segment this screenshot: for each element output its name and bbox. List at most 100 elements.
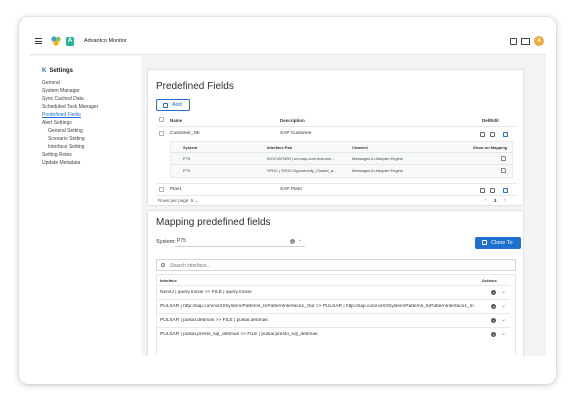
app-viewport: A Advantco Monitor A K Settings General S… — [29, 29, 546, 356]
system-label: System: — [156, 239, 176, 245]
table-row[interactable]: PULSAR | http://sap.com/xi/XI/System/Pat… — [157, 299, 510, 312]
settings-logo-icon: K — [42, 68, 47, 74]
interface-pair: PULSAR | pulsar.presto_sql_debmas >> FIL… — [160, 332, 318, 337]
subcol-header-channel: Channel — [352, 145, 368, 150]
expand-icon[interactable] — [503, 188, 508, 193]
prev-page-icon[interactable]: ‹ — [485, 197, 487, 203]
col-header-actions: Del/Edit — [482, 118, 499, 123]
chevron-down-icon: ⌄ — [194, 198, 199, 203]
sub-channel: Messages in Adapter Engine — [352, 156, 403, 161]
page-title: Predefined Fields — [156, 81, 234, 92]
interface-subtable: System Interface Pair Channel Show on Ma… — [170, 141, 513, 178]
brand-logo-icon — [51, 36, 61, 46]
current-page: 1 — [494, 198, 497, 203]
next-page-icon[interactable]: › — [504, 197, 506, 203]
hamburger-menu-icon[interactable] — [35, 38, 42, 44]
sidebar-item-interface-setting[interactable]: Interface Setting — [48, 144, 84, 150]
remove-icon[interactable]: × — [491, 290, 496, 295]
expand-icon[interactable] — [503, 132, 508, 137]
open-link-icon[interactable] — [501, 168, 506, 173]
edit-icon[interactable] — [490, 132, 495, 137]
sub-system: P75 — [183, 156, 191, 161]
divider — [156, 126, 516, 127]
sidebar-item-general[interactable]: General — [42, 80, 60, 86]
window-frame: A Advantco Monitor A K Settings General S… — [19, 17, 556, 384]
sidebar-item-scheduled-task-manager[interactable]: Scheduled Task Manager — [42, 104, 98, 110]
sidebar-item-predefined-fields[interactable]: Predefined Fields — [42, 112, 81, 118]
system-select[interactable]: P75 × ⌄ — [175, 236, 305, 247]
field-description: SAP Customer — [280, 131, 312, 136]
sidebar-item-sync-cached-data[interactable]: Sync Cached Data — [42, 96, 84, 102]
top-bar: A Advantco Monitor A — [29, 29, 546, 55]
rows-per-page-label: Rows per page: 5 — [158, 198, 194, 203]
sidebar-item-system-manager[interactable]: System Manager — [42, 88, 80, 94]
add-field-button-label: Add — [172, 102, 182, 108]
col-header-description: Description — [280, 118, 305, 123]
mapping-table: Interface Actions Neo4J | query.movie >>… — [156, 274, 516, 356]
row-checkbox[interactable] — [159, 131, 164, 136]
remove-icon[interactable]: × — [491, 304, 496, 309]
sub-interface-pair: SFDC | SFDC:Opportunity_Closed_a... — [267, 168, 337, 173]
clone-icon — [482, 240, 487, 245]
field-name: Customer_Nb — [170, 131, 200, 136]
interface-pair: PULSAR | http://sap.com/xi/XI/System/Pat… — [160, 304, 474, 309]
predefined-fields-card: Predefined Fields Add Name Description D… — [147, 69, 524, 206]
table-row[interactable]: PULSAR | pulsar.presto_sql_debmas >> FIL… — [157, 327, 510, 340]
search-icon — [161, 263, 165, 267]
delete-icon[interactable] — [480, 132, 485, 137]
subcol-header-interface-pair: Interface Pair — [267, 145, 293, 150]
chevron-down-icon[interactable]: ⌄ — [501, 302, 506, 309]
divider — [156, 183, 516, 184]
user-avatar[interactable]: A — [534, 36, 544, 46]
app-title: Advantco Monitor — [84, 38, 127, 44]
app-switcher-icon[interactable] — [508, 36, 518, 46]
add-icon — [163, 103, 168, 108]
divider — [156, 195, 516, 196]
search-placeholder: Search interface... — [170, 262, 211, 269]
sub-system: P75 — [183, 168, 191, 173]
sidebar-item-general-setting[interactable]: General Setting — [48, 128, 83, 134]
chevron-down-icon[interactable]: ⌄ — [501, 316, 506, 323]
sidebar-item-scenario-setting[interactable]: Scenario Setting — [48, 136, 85, 142]
settings-heading: K Settings — [42, 68, 73, 74]
mapping-title: Mapping predefined fields — [156, 217, 271, 228]
open-link-icon[interactable] — [501, 156, 506, 161]
divider — [171, 164, 512, 165]
clear-icon[interactable]: × — [290, 239, 295, 244]
row-checkbox[interactable] — [159, 187, 164, 192]
col-header-name: Name — [170, 118, 183, 123]
divider — [171, 152, 512, 153]
clone-to-button[interactable]: Clone To — [475, 237, 521, 249]
interface-pair: Neo4J | query.movie >> FILE | query.movi… — [160, 290, 252, 295]
select-all-checkbox[interactable] — [159, 117, 164, 122]
settings-sidebar: K Settings General System Manager Sync Ca… — [29, 56, 141, 356]
remove-icon[interactable]: × — [491, 332, 496, 337]
app-badge-icon: A — [66, 37, 74, 46]
field-name: Plant — [170, 187, 181, 192]
chevron-down-icon[interactable]: ⌄ — [501, 288, 506, 295]
edit-icon[interactable] — [490, 188, 495, 193]
rows-per-page-select[interactable]: Rows per page: 5 ⌄ — [158, 198, 198, 204]
sidebar-item-setting-roles[interactable]: Setting Roles — [42, 152, 72, 158]
delete-icon[interactable] — [480, 188, 485, 193]
field-description: SAP Plant — [280, 187, 302, 192]
sub-channel: Messages in Adapter Engine — [352, 168, 403, 173]
sidebar-item-update-metadata[interactable]: Update Metadata — [42, 160, 80, 166]
subcol-header-show-on-mapping: Show on Mapping — [473, 145, 508, 150]
remove-icon[interactable]: × — [491, 318, 496, 323]
col-header-actions: Actions — [482, 278, 497, 283]
mapping-card: Mapping predefined fields System: P75 × … — [147, 210, 524, 356]
sidebar-item-alert-settings[interactable]: Alert Settings — [42, 120, 72, 126]
system-select-value: P75 — [177, 238, 186, 244]
table-row[interactable]: Neo4J | query.movie >> FILE | query.movi… — [157, 285, 510, 298]
table-row[interactable]: PULSAR | pulsar.debmas >> FILE | pulsar.… — [157, 313, 510, 326]
add-field-button[interactable]: Add — [156, 99, 190, 111]
sub-interface-pair: IDOC/ATI900 | um:sap-com:docume... — [267, 156, 335, 161]
settings-heading-label: Settings — [49, 68, 74, 74]
mail-icon[interactable] — [520, 36, 530, 46]
interface-search-input[interactable]: Search interface... — [156, 259, 516, 271]
chevron-down-icon: ⌄ — [298, 237, 303, 243]
subcol-header-system: System — [183, 145, 198, 150]
interface-pair: PULSAR | pulsar.debmas >> FILE | pulsar.… — [160, 318, 268, 323]
chevron-down-icon[interactable]: ⌄ — [501, 330, 506, 337]
